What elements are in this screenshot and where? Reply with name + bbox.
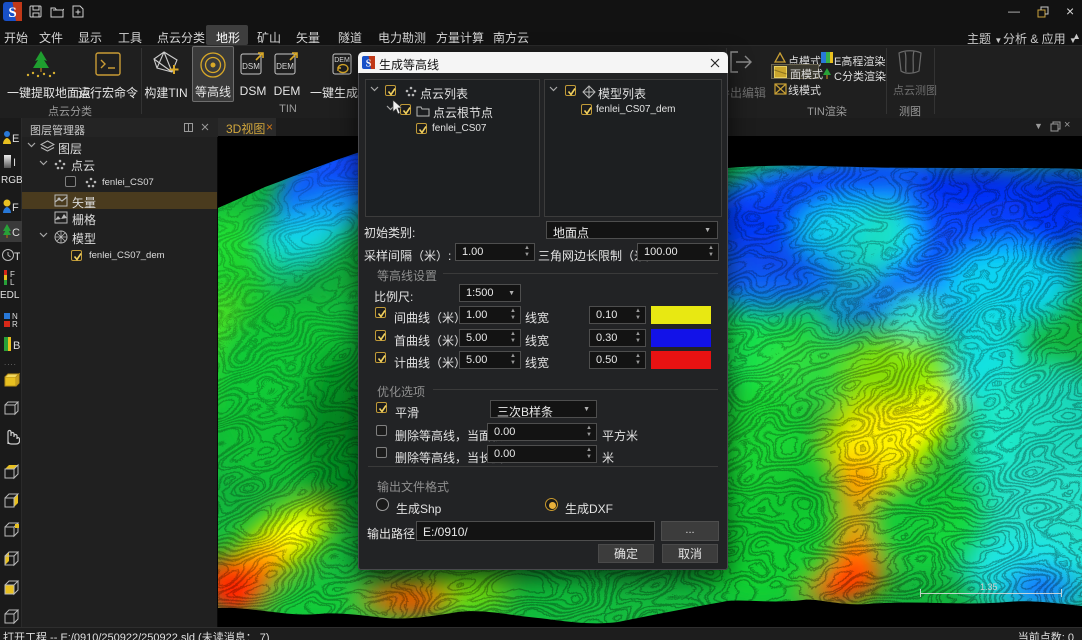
svg-text:B: B <box>13 340 20 352</box>
svg-text:S: S <box>8 5 16 21</box>
svg-text:DEM: DEM <box>334 57 350 64</box>
svg-text:F: F <box>12 202 19 214</box>
svg-text:DEM: DEM <box>276 62 294 71</box>
svg-text:I: I <box>13 157 16 169</box>
svg-text:S: S <box>366 59 372 70</box>
svg-text:C: C <box>12 227 20 239</box>
svg-text:T: T <box>14 251 20 263</box>
svg-text:R: R <box>12 320 18 328</box>
svg-text:L: L <box>10 278 15 286</box>
svg-text:E: E <box>12 133 19 145</box>
svg-text:DSM: DSM <box>242 62 260 71</box>
svg-text:1.35: 1.35 <box>980 582 998 592</box>
